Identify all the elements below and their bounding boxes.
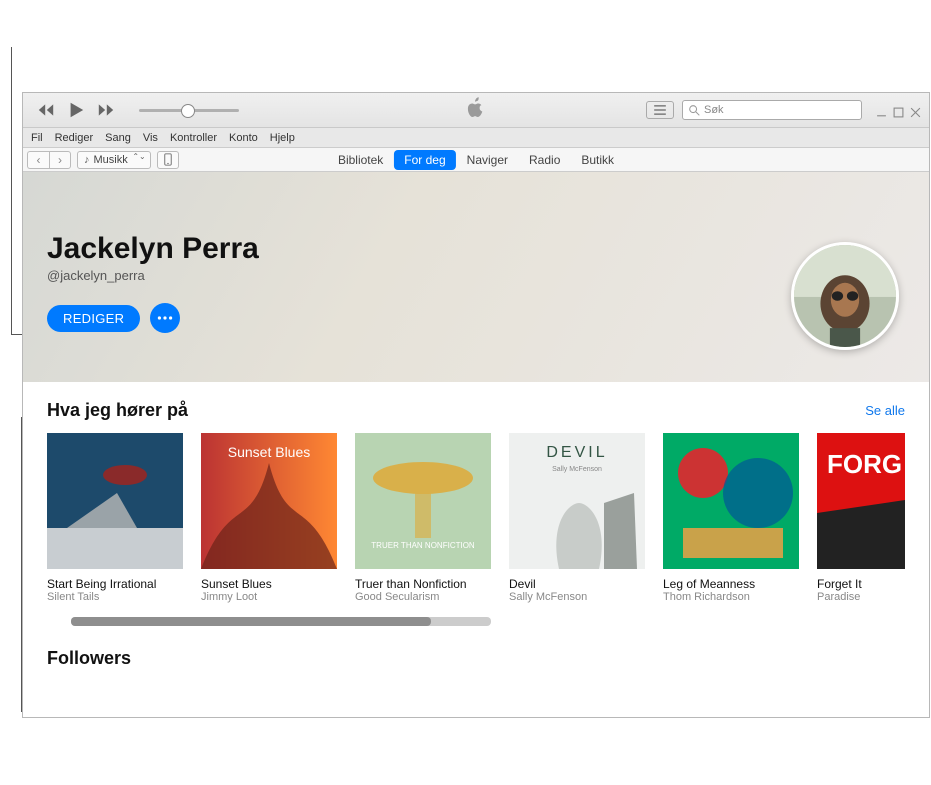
menu-rediger[interactable]: Rediger [49, 132, 100, 144]
maximize-button[interactable] [893, 105, 904, 116]
album-title: Devil [509, 577, 645, 591]
search-input[interactable]: Søk [682, 100, 862, 120]
nav-tabs: Bibliotek For deg Naviger Radio Butikk [328, 150, 624, 170]
queue-button[interactable] [646, 101, 674, 119]
menu-kontroller[interactable]: Kontroller [164, 132, 223, 144]
album-tile[interactable]: Leg of Meanness Thom Richardson [663, 433, 799, 605]
album-tile[interactable]: TRUER THAN NONFICTION Truer than Nonfict… [355, 433, 491, 605]
svg-text:Sunset Blues: Sunset Blues [228, 444, 311, 460]
device-button[interactable] [157, 151, 179, 169]
menu-bar: Fil Rediger Sang Vis Kontroller Konto Hj… [23, 128, 929, 148]
album-artist: Jimmy Loot [201, 591, 337, 604]
window-controls [876, 105, 921, 116]
svg-text:TRUER THAN NONFICTION: TRUER THAN NONFICTION [371, 541, 475, 550]
ellipsis-icon [157, 315, 173, 321]
see-all-link[interactable]: Se alle [865, 403, 905, 418]
play-button[interactable] [67, 101, 85, 119]
edit-profile-button[interactable]: REDIGER [47, 305, 140, 332]
tab-radio[interactable]: Radio [519, 150, 570, 170]
album-artist: Good Secularism [355, 591, 491, 604]
album-title: Leg of Meanness [663, 577, 799, 591]
menu-hjelp[interactable]: Hjelp [264, 132, 301, 144]
album-tile[interactable]: DEVIL Sally McFenson Devil Sally McFenson [509, 433, 645, 605]
menu-konto[interactable]: Konto [223, 132, 264, 144]
avatar[interactable] [791, 242, 899, 350]
playback-bar: Søk [23, 93, 929, 128]
svg-text:DEVIL: DEVIL [546, 444, 607, 461]
tab-naviger[interactable]: Naviger [457, 150, 518, 170]
listening-section: Hva jeg hører på Se alle Start Being Irr… [23, 382, 929, 626]
minimize-button[interactable] [876, 105, 887, 116]
prev-button[interactable] [37, 101, 55, 119]
followers-title: Followers [47, 648, 905, 669]
listening-title: Hva jeg hører på [47, 400, 188, 421]
next-button[interactable] [97, 101, 115, 119]
album-artist: Paradise [817, 591, 905, 604]
profile-handle: @jackelyn_perra [47, 268, 905, 283]
nav-forward-button[interactable]: › [49, 151, 71, 169]
search-placeholder: Søk [704, 104, 724, 116]
listening-tiles: Start Being Irrational Silent Tails Suns… [47, 433, 905, 605]
tab-for-deg[interactable]: For deg [394, 150, 455, 170]
app-window: Søk Fil Rediger Sang Vis Kontroller Kont… [22, 92, 930, 718]
media-type-label: Musikk [94, 154, 128, 166]
more-button[interactable] [150, 303, 180, 333]
volume-slider[interactable] [139, 109, 239, 112]
album-tile[interactable]: FORG Forget It Paradise [817, 433, 905, 605]
album-artist: Sally McFenson [509, 591, 645, 604]
album-tile[interactable]: Sunset Blues Sunset Blues Jimmy Loot [201, 433, 337, 605]
album-tile[interactable]: Start Being Irrational Silent Tails [47, 433, 183, 605]
album-title: Sunset Blues [201, 577, 337, 591]
horizontal-scrollbar[interactable] [71, 617, 491, 626]
tab-bibliotek[interactable]: Bibliotek [328, 150, 393, 170]
album-title: Forget It [817, 577, 905, 591]
profile-name: Jackelyn Perra [47, 232, 905, 266]
close-button[interactable] [910, 105, 921, 116]
tab-butikk[interactable]: Butikk [571, 150, 624, 170]
nav-back-button[interactable]: ‹ [27, 151, 49, 169]
svg-text:FORG: FORG [827, 449, 902, 479]
album-title: Truer than Nonfiction [355, 577, 491, 591]
music-note-icon: ♪ [84, 154, 90, 166]
profile-hero: Jackelyn Perra @jackelyn_perra REDIGER [23, 172, 929, 382]
svg-text:Sally McFenson: Sally McFenson [552, 466, 602, 473]
content-scroll[interactable]: Jackelyn Perra @jackelyn_perra REDIGER [23, 172, 929, 717]
toolbar: ‹ › ♪ Musikk Bibliotek For deg Naviger R… [23, 148, 929, 172]
menu-vis[interactable]: Vis [137, 132, 164, 144]
album-artist: Silent Tails [47, 591, 183, 604]
apple-logo-icon [467, 97, 485, 124]
media-type-select[interactable]: ♪ Musikk [77, 151, 151, 169]
menu-sang[interactable]: Sang [99, 132, 137, 144]
search-icon [689, 105, 700, 116]
followers-section: Followers [23, 626, 929, 688]
album-artist: Thom Richardson [663, 591, 799, 604]
menu-fil[interactable]: Fil [25, 132, 49, 144]
album-title: Start Being Irrational [47, 577, 183, 591]
